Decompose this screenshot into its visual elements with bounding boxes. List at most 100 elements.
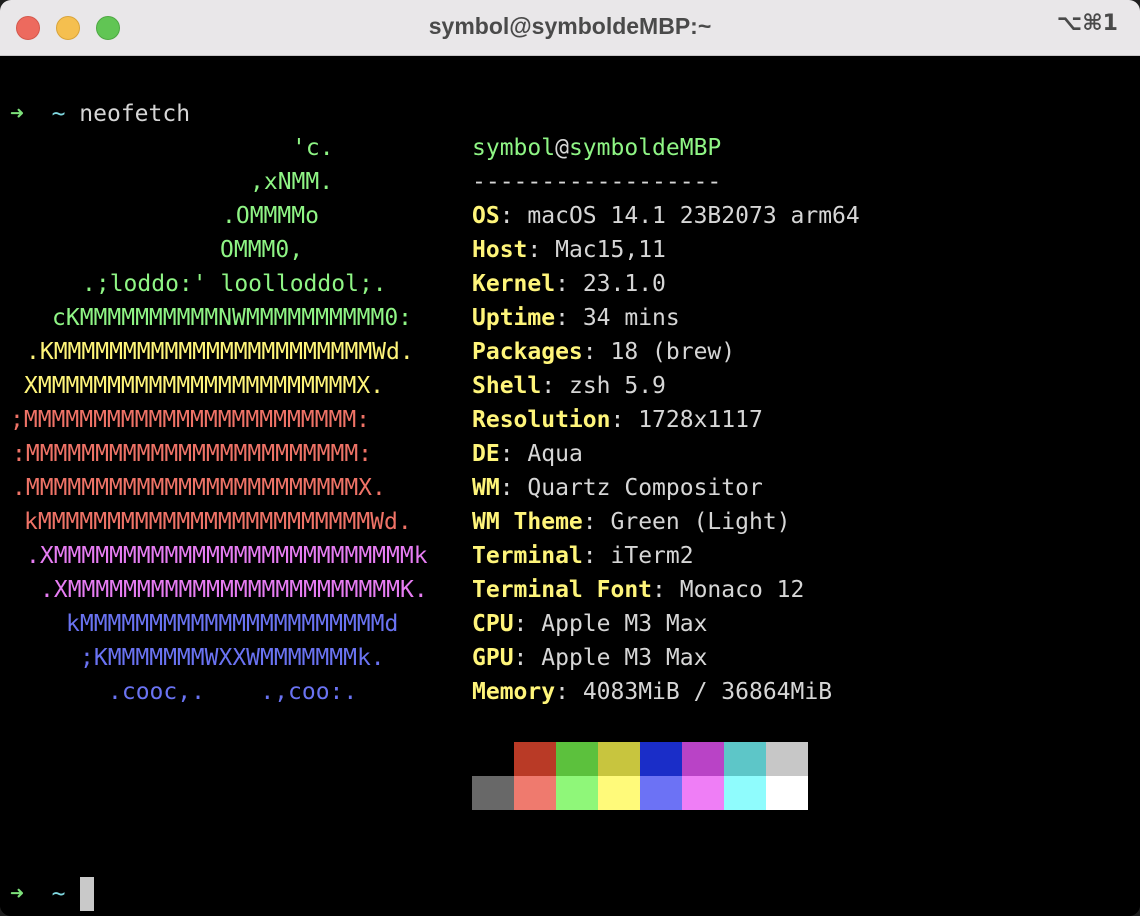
info-value: Apple M3 Max: [541, 611, 708, 637]
color-swatch: [472, 742, 514, 776]
info-row: DE: Aqua: [472, 437, 583, 471]
info-colon: :: [555, 305, 569, 331]
window-shortcut-label: ⌥⌘1: [1056, 11, 1118, 36]
info-key: Packages: [472, 339, 583, 365]
info-row: Shell: zsh 5.9: [472, 369, 666, 403]
color-swatch: [514, 742, 556, 776]
color-swatch: [724, 776, 766, 810]
info-row: Terminal Font: Monaco 12: [472, 573, 804, 607]
info-value: Green (Light): [610, 509, 791, 535]
info-key: Terminal Font: [472, 577, 653, 603]
info-value: 34 mins: [582, 305, 680, 331]
info-colon: :: [582, 543, 597, 569]
info-colon: :: [541, 373, 556, 399]
title-bar[interactable]: symbol@symboldeMBP:~ ⌥⌘1: [0, 0, 1140, 56]
logo-line: .XMMMMMMMMMMMMMMMMMMMMMMMMK.: [40, 577, 428, 603]
logo-line: XMMMMMMMMMMMMMMMMMMMMMMMX.: [24, 373, 385, 399]
window-title: symbol@symboldeMBP:~: [428, 13, 712, 39]
logo-line: ;KMMMMMMMWXXWMMMMMMMk.: [80, 645, 385, 671]
logo-line: .;loddo:' loolloddol;.: [82, 271, 387, 297]
logo-line: .OMMMMo: [222, 203, 319, 229]
info-key: Uptime: [472, 305, 556, 331]
info-colon: :: [513, 611, 528, 637]
info-row: WM Theme: Green (Light): [472, 505, 791, 539]
info-colon: :: [652, 577, 666, 603]
color-swatch: [598, 776, 640, 810]
info-key: Memory: [472, 679, 556, 705]
info-key: Resolution: [472, 407, 611, 433]
prompt-cwd: ~: [51, 101, 66, 127]
prompt-line: ➜ ~ neofetch: [10, 97, 190, 131]
color-swatch: [556, 742, 598, 776]
info-key: DE: [472, 441, 500, 467]
info-colon: :: [582, 509, 597, 535]
logo-line: cKMMMMMMMMMMNWMMMMMMMMMM0:: [52, 305, 413, 331]
logo-line: ,xNMM.: [250, 169, 334, 195]
color-swatch: [598, 742, 640, 776]
color-swatch: [640, 776, 682, 810]
info-row: Kernel: 23.1.0: [472, 267, 666, 301]
logo-line: 'c.: [292, 135, 334, 161]
info-row: Packages: 18 (brew): [472, 335, 735, 369]
info-colon: :: [527, 237, 542, 263]
info-colon: :: [499, 441, 514, 467]
info-row: GPU: Apple M3 Max: [472, 641, 707, 675]
info-key: WM Theme: [472, 509, 583, 535]
color-swatch: [472, 776, 514, 810]
info-row: CPU: Apple M3 Max: [472, 607, 707, 641]
info-at: @: [555, 135, 569, 161]
info-row: WM: Quartz Compositor: [472, 471, 763, 505]
info-row: Uptime: 34 mins: [472, 301, 680, 335]
info-value: Apple M3 Max: [541, 645, 708, 671]
logo-line: kMMMMMMMMMMMMMMMMMMMMMMMMWd.: [24, 509, 412, 535]
info-value: macOS 14.1 23B2073 arm64: [527, 203, 860, 229]
info-key: Host: [472, 237, 528, 263]
info-row: Terminal: iTerm2: [472, 539, 694, 573]
info-colon: :: [555, 679, 569, 705]
info-colon: :: [513, 645, 528, 671]
text-cursor: [80, 877, 94, 911]
info-value: zsh 5.9: [568, 373, 666, 399]
prompt-line-current: ➜ ~: [10, 877, 65, 911]
logo-line: .MMMMMMMMMMMMMMMMMMMMMMMMX.: [12, 475, 386, 501]
info-row: Memory: 4083MiB / 36864MiB: [472, 675, 832, 709]
logo-line: .cooc,. .,coo:.: [108, 679, 358, 705]
prompt-cwd: ~: [51, 881, 66, 907]
logo-line: .XMMMMMMMMMMMMMMMMMMMMMMMMMMk: [26, 543, 428, 569]
info-key: CPU: [472, 611, 514, 637]
info-user: symbol: [472, 135, 556, 161]
info-colon: :: [610, 407, 625, 433]
color-swatch: [514, 776, 556, 810]
info-value: Mac15,11: [555, 237, 666, 263]
logo-line: :MMMMMMMMMMMMMMMMMMMMMMMM:: [12, 441, 373, 467]
info-colon: :: [582, 339, 597, 365]
info-key: OS: [472, 203, 500, 229]
info-key: Kernel: [472, 271, 556, 297]
color-swatch: [766, 776, 808, 810]
info-value: iTerm2: [610, 543, 694, 569]
info-value: 1728x1117: [638, 407, 763, 433]
logo-line: kMMMMMMMMMMMMMMMMMMMMMMd: [66, 611, 399, 637]
info-value: Quartz Compositor: [527, 475, 763, 501]
info-value: 23.1.0: [582, 271, 666, 297]
logo-line: .KMMMMMMMMMMMMMMMMMMMMMMMWd.: [26, 339, 414, 365]
color-swatch: [640, 742, 682, 776]
prompt-arrow-icon: ➜: [10, 881, 24, 907]
info-row: Resolution: 1728x1117: [472, 403, 763, 437]
terminal-content[interactable]: ➜ ~ neofetch 'c. ,xNMM. .OMMMMo OMMM0, .;lod…: [0, 57, 1140, 916]
info-key: Shell: [472, 373, 542, 399]
info-userhost: symbol@symboldeMBP: [472, 131, 721, 165]
info-key: WM: [472, 475, 500, 501]
info-value: Aqua: [527, 441, 583, 467]
terminal-window: symbol@symboldeMBP:~ ⌥⌘1 ➜ ~ neofetch 'c…: [0, 0, 1140, 916]
info-separator: ------------------: [472, 169, 722, 195]
prompt-arrow-icon: ➜: [10, 101, 24, 127]
logo-line: OMMM0,: [220, 237, 304, 263]
info-value: Monaco 12: [679, 577, 805, 603]
info-colon: :: [499, 475, 514, 501]
color-swatch: [682, 776, 724, 810]
color-swatch: [556, 776, 598, 810]
info-key: GPU: [472, 645, 514, 671]
color-swatch: [766, 742, 808, 776]
color-swatch: [724, 742, 766, 776]
